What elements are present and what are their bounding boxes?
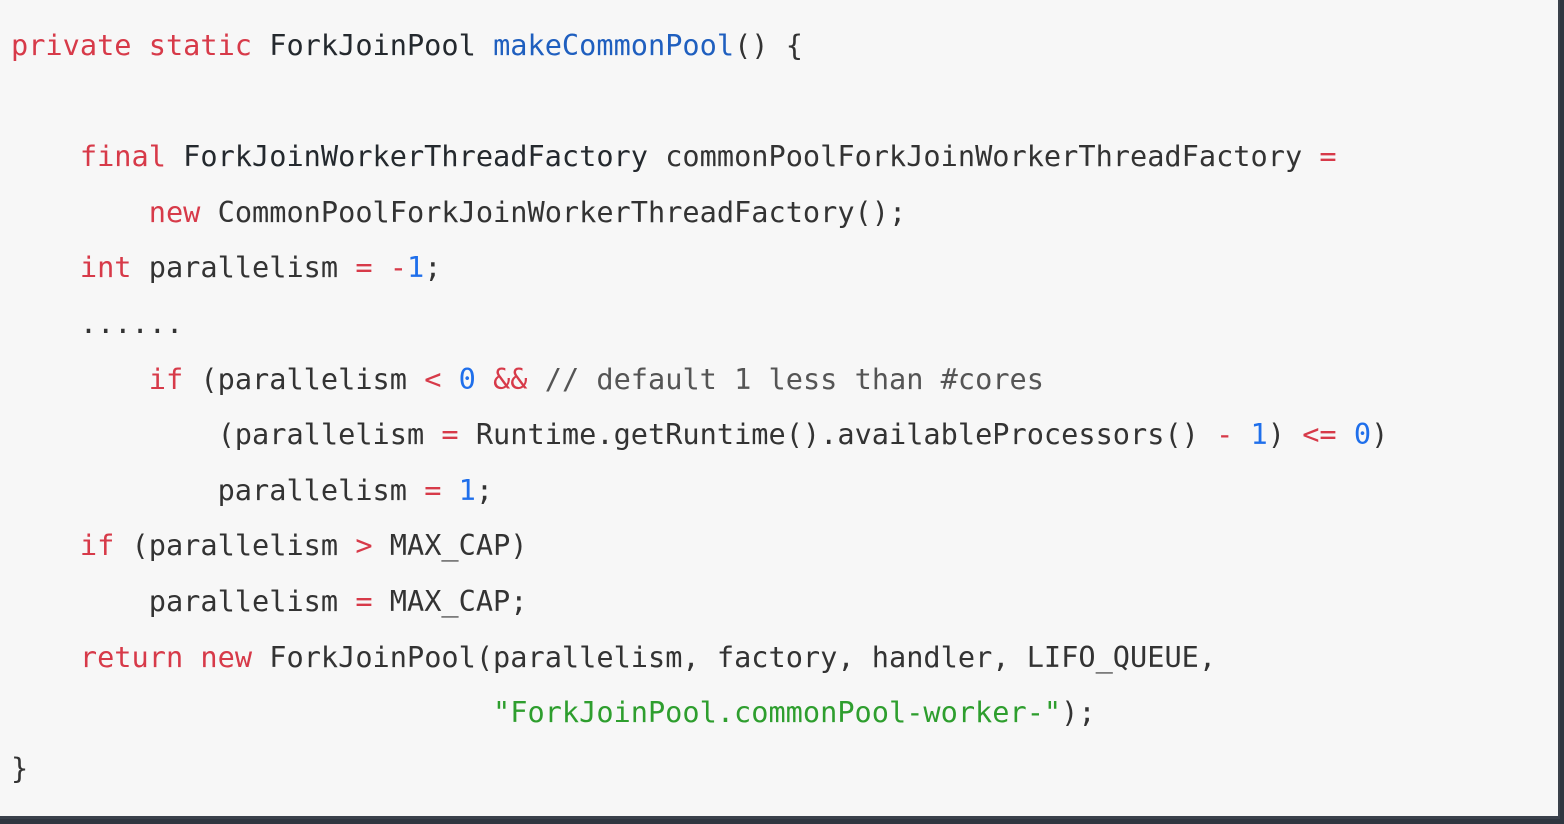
keyword-new: new <box>148 194 201 229</box>
code-line-9: parallelism = 1; <box>11 463 1388 519</box>
code-line-5: int parallelism = -1; <box>11 240 1388 296</box>
code-line-7: if (parallelism < 0 && // default 1 less… <box>11 352 1388 408</box>
assign-operator: = <box>1319 139 1337 174</box>
method-name: makeCommonPool <box>493 28 735 62</box>
ellipsis: ...... <box>79 305 184 340</box>
code-line-2-blank <box>11 74 1388 130</box>
semicolon: ; <box>424 250 442 285</box>
number-literal: 1 <box>407 250 425 285</box>
parallelism-variable: parallelism <box>148 250 339 285</box>
assign-operator: = <box>441 417 459 452</box>
method-signature-tail: () { <box>734 28 803 62</box>
code-line-13: "ForkJoinPool.commonPool-worker-"); <box>11 685 1388 741</box>
factory-variable: commonPoolForkJoinWorkerThreadFactory <box>665 139 1303 174</box>
parallelism-variable: parallelism <box>217 472 407 507</box>
code-comment: // default 1 less than #cores <box>544 361 1044 396</box>
constructor-call: ForkJoinPool(parallelism, factory, handl… <box>269 639 1217 674</box>
condition-open: (parallelism <box>131 528 339 563</box>
number-literal: 0 <box>458 361 476 396</box>
number-literal: 1 <box>458 472 476 507</box>
assign-operator: = <box>355 583 373 618</box>
return-type: ForkJoinPool <box>269 28 476 62</box>
keyword-int: int <box>79 250 132 285</box>
assign-operator: = <box>355 250 373 285</box>
code-line-6: ...... <box>11 296 1388 352</box>
code-line-14: } <box>11 741 1388 797</box>
keyword-return: return <box>79 639 184 674</box>
close-paren: ) <box>1371 417 1389 452</box>
less-equal-operator: <= <box>1302 417 1337 452</box>
code-line-4: new CommonPoolForkJoinWorkerThreadFactor… <box>11 185 1388 241</box>
code-line-3: final ForkJoinWorkerThreadFactory common… <box>11 129 1388 185</box>
closing-brace: } <box>11 750 29 785</box>
condition-open: (parallelism <box>200 361 407 396</box>
keyword-if: if <box>148 361 184 396</box>
keyword-final: final <box>79 139 166 174</box>
code-line-10: if (parallelism > MAX_CAP) <box>11 518 1388 574</box>
keyword-static: static <box>148 28 253 62</box>
code-listing: private static ForkJoinPool makeCommonPo… <box>11 18 1388 796</box>
code-line-8: (parallelism = Runtime.getRuntime().avai… <box>11 407 1389 463</box>
greater-than-operator: > <box>355 528 373 563</box>
minus-operator: - <box>1216 417 1234 452</box>
code-block: private static ForkJoinPool makeCommonPo… <box>0 0 1560 819</box>
and-operator: && <box>493 361 528 396</box>
runtime-call: Runtime.getRuntime().availableProcessors… <box>475 417 1199 452</box>
close-paren: ) <box>1267 417 1285 452</box>
keyword-new: new <box>200 639 253 674</box>
condition-open: (parallelism <box>217 417 425 452</box>
keyword-private: private <box>11 28 132 62</box>
less-than-operator: < <box>424 361 442 396</box>
number-literal: 0 <box>1353 417 1372 452</box>
code-line-11: parallelism = MAX_CAP; <box>11 574 1388 630</box>
minus-operator: - <box>389 250 407 285</box>
code-line-1: private static ForkJoinPool makeCommonPo… <box>11 18 1388 74</box>
constructor-call: CommonPoolForkJoinWorkerThreadFactory(); <box>217 194 907 229</box>
statement-end: ); <box>1061 695 1096 730</box>
assign-operator: = <box>424 472 442 507</box>
factory-type: ForkJoinWorkerThreadFactory <box>183 139 648 174</box>
parallelism-variable: parallelism <box>148 583 339 618</box>
string-literal: "ForkJoinPool.commonPool-worker-" <box>493 695 1062 730</box>
semicolon: ; <box>475 472 494 507</box>
keyword-if: if <box>79 528 115 563</box>
max-cap-constant: MAX_CAP; <box>389 583 528 618</box>
code-line-12: return new ForkJoinPool(parallelism, fac… <box>11 630 1388 686</box>
number-literal: 1 <box>1250 417 1268 452</box>
max-cap-constant: MAX_CAP) <box>389 528 528 563</box>
